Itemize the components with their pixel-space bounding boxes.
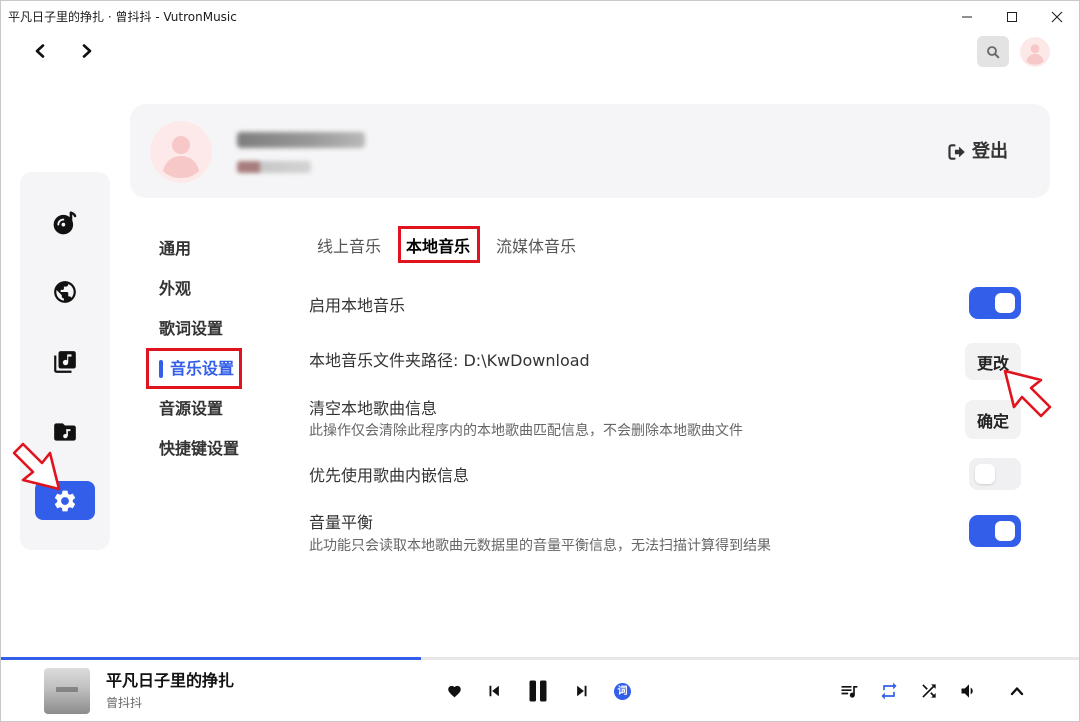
- setting-volume-balance: 音量平衡 此功能只会读取本地歌曲元数据里的音量平衡信息，无法扫描计算得到结果: [309, 512, 1021, 554]
- logout-button[interactable]: 登出: [947, 141, 1008, 163]
- settings-nav-shortcuts[interactable]: 快捷键设置: [159, 438, 239, 460]
- setting-label: 清空本地歌曲信息: [309, 399, 438, 418]
- setting-label: 本地音乐文件夹路径: D:\KwDownload: [309, 351, 590, 370]
- queue-music-icon: [841, 686, 858, 698]
- blurred-username: [237, 132, 365, 148]
- lyrics-button[interactable]: 词: [614, 683, 631, 700]
- enable-local-music-toggle[interactable]: [969, 287, 1021, 319]
- album-cover-art: [56, 687, 78, 692]
- sidebar-item-library[interactable]: [35, 342, 95, 381]
- account-card: 登出: [130, 104, 1050, 198]
- tab-online-music[interactable]: 线上音乐: [317, 236, 381, 258]
- annotation-arrow-shape: [12, 442, 61, 491]
- close-icon: [1051, 11, 1063, 23]
- annotation-arrow-shape: [1003, 369, 1052, 418]
- setting-enable-local-music: 启用本地音乐: [309, 287, 1021, 319]
- setting-clear-local-song-info: 清空本地歌曲信息 此操作仅会清除此程序内的本地歌曲匹配信息，不会删除本地歌曲文件…: [309, 398, 1021, 442]
- annotation-box-music-settings: [146, 348, 242, 389]
- sidebar-item-music[interactable]: [35, 203, 95, 242]
- sidebar-item-explore[interactable]: [35, 272, 95, 311]
- settings-nav-appearance[interactable]: 外观: [159, 278, 191, 300]
- title-bar: 平凡日子里的挣扎 · 曾抖抖 - VutronMusic: [0, 0, 1080, 34]
- track-title[interactable]: 平凡日子里的挣扎: [106, 670, 234, 692]
- annotation-box-local-music-tab: [398, 226, 480, 263]
- minimize-icon: [962, 16, 972, 18]
- chevron-left-icon: [35, 44, 45, 58]
- playback-progress-bar[interactable]: [0, 657, 1080, 660]
- account-avatar: [150, 121, 212, 183]
- volume-button[interactable]: [959, 681, 979, 701]
- close-button[interactable]: [1034, 0, 1080, 34]
- volume-icon: [961, 684, 973, 698]
- forward-button[interactable]: [79, 43, 95, 59]
- tab-streaming-music[interactable]: 流媒体音乐: [496, 236, 576, 258]
- blurred-user-subtitle: [237, 161, 311, 173]
- logout-label: 登出: [972, 141, 1008, 162]
- search-button[interactable]: [977, 36, 1009, 67]
- back-button[interactable]: [32, 43, 48, 59]
- repeat-icon: [881, 682, 897, 700]
- logout-icon: [948, 144, 965, 160]
- prefer-embedded-info-toggle[interactable]: [969, 458, 1021, 490]
- setting-label: 优先使用歌曲内嵌信息: [309, 466, 470, 485]
- maximize-button[interactable]: [989, 0, 1035, 34]
- user-avatar-button[interactable]: [1020, 37, 1050, 67]
- annotation-arrow-change-button: [1003, 369, 1052, 418]
- setting-description: 此功能只会读取本地歌曲元数据里的音量平衡信息，无法扫描计算得到结果: [309, 538, 771, 554]
- avatar-icon: [1020, 37, 1050, 67]
- pause-icon: [529, 680, 547, 702]
- skip-next-icon: [577, 685, 587, 697]
- chevron-up-icon: [1010, 687, 1024, 696]
- music-disc-icon: [53, 210, 77, 234]
- expand-player-button[interactable]: [1009, 683, 1025, 699]
- settings-nav-lyrics[interactable]: 歌词设置: [159, 318, 223, 340]
- search-icon: [987, 45, 1000, 58]
- window-title: 平凡日子里的挣扎 · 曾抖抖 - VutronMusic: [8, 10, 237, 24]
- globe-icon: [54, 280, 76, 303]
- toggle-knob: [975, 464, 995, 484]
- setting-description: 此操作仅会清除此程序内的本地歌曲匹配信息，不会删除本地歌曲文件: [309, 423, 743, 439]
- settings-nav-general[interactable]: 通用: [159, 238, 191, 260]
- skip-previous-icon: [489, 685, 499, 697]
- next-button[interactable]: [573, 682, 591, 700]
- heart-icon: [447, 685, 461, 697]
- music-library-icon: [54, 350, 76, 373]
- volume-balance-toggle[interactable]: [969, 515, 1021, 547]
- chevron-right-icon: [82, 44, 92, 58]
- setting-label: 音量平衡: [309, 513, 374, 532]
- like-button[interactable]: [446, 683, 462, 699]
- maximize-icon: [1007, 12, 1017, 22]
- pause-button[interactable]: [526, 679, 550, 703]
- minimize-button[interactable]: [944, 0, 990, 34]
- settings-nav-sources[interactable]: 音源设置: [159, 398, 223, 420]
- annotation-arrow-settings-icon: [12, 442, 61, 491]
- progress-fill: [0, 657, 422, 660]
- playlist-button[interactable]: [839, 681, 859, 701]
- avatar-icon: [150, 121, 212, 183]
- album-cover[interactable]: [44, 668, 90, 714]
- setting-local-folder-path: 本地音乐文件夹路径: D:\KwDownload 更改: [309, 343, 1021, 381]
- toggle-knob: [995, 521, 1015, 541]
- track-artist[interactable]: 曾抖抖: [106, 695, 142, 711]
- shuffle-button[interactable]: [919, 681, 939, 701]
- setting-prefer-embedded-info: 优先使用歌曲内嵌信息: [309, 458, 1021, 490]
- repeat-button[interactable]: [879, 681, 899, 701]
- setting-label: 启用本地音乐: [309, 296, 406, 315]
- shuffle-icon: [922, 684, 936, 698]
- toggle-knob: [995, 293, 1015, 313]
- previous-button[interactable]: [485, 682, 503, 700]
